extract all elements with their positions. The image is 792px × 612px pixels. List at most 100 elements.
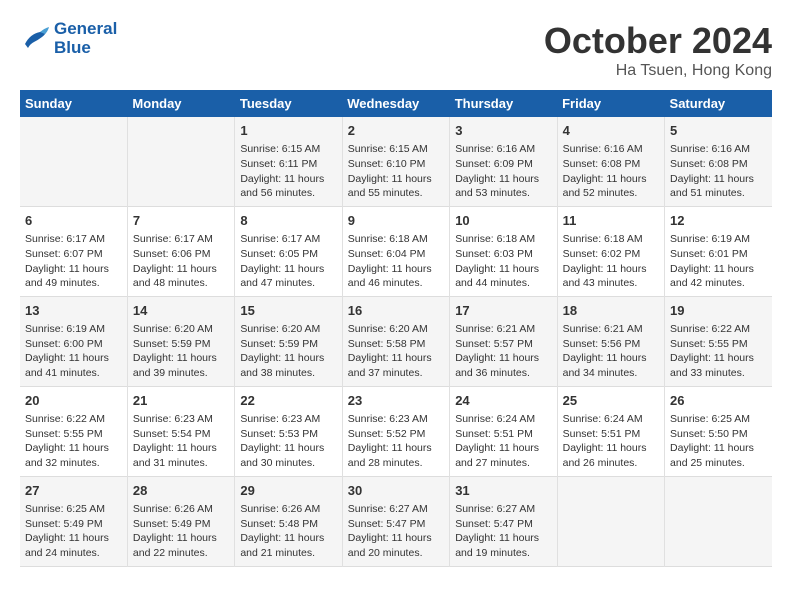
- day-info: Sunset: 6:01 PM: [670, 247, 767, 262]
- day-info: Daylight: 11 hours and 44 minutes.: [455, 262, 551, 291]
- day-info: Sunrise: 6:21 AM: [563, 322, 659, 337]
- header-cell-friday: Friday: [557, 90, 664, 117]
- day-info: Daylight: 11 hours and 34 minutes.: [563, 351, 659, 380]
- day-info: Sunset: 6:00 PM: [25, 337, 122, 352]
- day-info: Sunrise: 6:16 AM: [670, 142, 767, 157]
- day-info: Daylight: 11 hours and 42 minutes.: [670, 262, 767, 291]
- day-number: 29: [240, 482, 336, 500]
- day-info: Sunrise: 6:26 AM: [133, 502, 229, 517]
- day-cell: 12 Sunrise: 6:19 AMSunset: 6:01 PMDayligh…: [665, 206, 772, 296]
- day-info: Daylight: 11 hours and 41 minutes.: [25, 351, 122, 380]
- day-info: Sunrise: 6:19 AM: [25, 322, 122, 337]
- day-number: 25: [563, 392, 659, 410]
- day-number: 7: [133, 212, 229, 230]
- day-cell: 23Sunrise: 6:23 AMSunset: 5:52 PMDayligh…: [342, 386, 449, 476]
- day-cell: 31Sunrise: 6:27 AMSunset: 5:47 PMDayligh…: [450, 476, 557, 566]
- day-info: Daylight: 11 hours and 49 minutes.: [25, 262, 122, 291]
- day-info: Sunset: 5:57 PM: [455, 337, 551, 352]
- day-number: 8: [240, 212, 336, 230]
- day-cell: 29Sunrise: 6:26 AMSunset: 5:48 PMDayligh…: [235, 476, 342, 566]
- day-info: Sunset: 6:08 PM: [670, 157, 767, 172]
- day-info: Sunrise: 6:15 AM: [240, 142, 336, 157]
- day-info: Daylight: 11 hours and 32 minutes.: [25, 441, 122, 470]
- day-cell: 6Sunrise: 6:17 AMSunset: 6:07 PMDaylight…: [20, 206, 127, 296]
- header-cell-wednesday: Wednesday: [342, 90, 449, 117]
- day-cell: 3Sunrise: 6:16 AMSunset: 6:09 PMDaylight…: [450, 117, 557, 206]
- day-info: Sunrise: 6:16 AM: [455, 142, 551, 157]
- day-cell: 5Sunrise: 6:16 AMSunset: 6:08 PMDaylight…: [665, 117, 772, 206]
- day-info: Sunrise: 6:18 AM: [455, 232, 551, 247]
- day-cell: [665, 476, 772, 566]
- day-info: Sunset: 5:55 PM: [670, 337, 767, 352]
- day-info: Sunset: 6:02 PM: [563, 247, 659, 262]
- day-cell: 30Sunrise: 6:27 AMSunset: 5:47 PMDayligh…: [342, 476, 449, 566]
- day-cell: 18Sunrise: 6:21 AMSunset: 5:56 PMDayligh…: [557, 296, 664, 386]
- day-info: Sunset: 6:08 PM: [563, 157, 659, 172]
- day-info: Daylight: 11 hours and 48 minutes.: [133, 262, 229, 291]
- week-row-1: 1Sunrise: 6:15 AMSunset: 6:11 PMDaylight…: [20, 117, 772, 206]
- day-info: Sunrise: 6:21 AM: [455, 322, 551, 337]
- logo-text: General Blue: [54, 20, 117, 57]
- day-number: 14: [133, 302, 229, 320]
- day-cell: 2Sunrise: 6:15 AMSunset: 6:10 PMDaylight…: [342, 117, 449, 206]
- day-info: Sunset: 5:55 PM: [25, 427, 122, 442]
- month-title: October 2024: [544, 20, 772, 62]
- day-number: 3: [455, 122, 551, 140]
- day-info: Sunrise: 6:15 AM: [348, 142, 444, 157]
- day-info: Sunrise: 6:23 AM: [240, 412, 336, 427]
- day-info: Daylight: 11 hours and 24 minutes.: [25, 531, 122, 560]
- day-info: Daylight: 11 hours and 37 minutes.: [348, 351, 444, 380]
- day-info: Daylight: 11 hours and 36 minutes.: [455, 351, 551, 380]
- header-row: SundayMondayTuesdayWednesdayThursdayFrid…: [20, 90, 772, 117]
- day-cell: 15Sunrise: 6:20 AMSunset: 5:59 PMDayligh…: [235, 296, 342, 386]
- day-number: 1: [240, 122, 336, 140]
- day-cell: 10Sunrise: 6:18 AMSunset: 6:03 PMDayligh…: [450, 206, 557, 296]
- day-info: Sunrise: 6:27 AM: [455, 502, 551, 517]
- day-info: Sunset: 5:58 PM: [348, 337, 444, 352]
- day-number: 13: [25, 302, 122, 320]
- day-number: 17: [455, 302, 551, 320]
- day-info: Daylight: 11 hours and 22 minutes.: [133, 531, 229, 560]
- day-cell: 25Sunrise: 6:24 AMSunset: 5:51 PMDayligh…: [557, 386, 664, 476]
- day-number: 6: [25, 212, 122, 230]
- day-info: Daylight: 11 hours and 19 minutes.: [455, 531, 551, 560]
- day-info: Daylight: 11 hours and 52 minutes.: [563, 172, 659, 201]
- day-info: Sunrise: 6:18 AM: [563, 232, 659, 247]
- header-cell-sunday: Sunday: [20, 90, 127, 117]
- day-number: 19: [670, 302, 767, 320]
- day-info: Daylight: 11 hours and 38 minutes.: [240, 351, 336, 380]
- week-row-5: 27Sunrise: 6:25 AMSunset: 5:49 PMDayligh…: [20, 476, 772, 566]
- day-info: Sunrise: 6:23 AM: [348, 412, 444, 427]
- day-info: Sunset: 6:05 PM: [240, 247, 336, 262]
- day-info: Sunset: 5:48 PM: [240, 517, 336, 532]
- day-number: 4: [563, 122, 659, 140]
- day-number: 11: [563, 212, 659, 230]
- day-info: Sunrise: 6:20 AM: [240, 322, 336, 337]
- day-cell: 17 Sunrise: 6:21 AMSunset: 5:57 PMDayligh…: [450, 296, 557, 386]
- title-block: October 2024 Ha Tsuen, Hong Kong: [544, 20, 772, 80]
- day-number: 21: [133, 392, 229, 410]
- header-cell-tuesday: Tuesday: [235, 90, 342, 117]
- day-info: Sunset: 6:04 PM: [348, 247, 444, 262]
- day-info: Daylight: 11 hours and 55 minutes.: [348, 172, 444, 201]
- day-info: Daylight: 11 hours and 25 minutes.: [670, 441, 767, 470]
- day-number: 9: [348, 212, 444, 230]
- day-number: 31: [455, 482, 551, 500]
- day-cell: 24Sunrise: 6:24 AMSunset: 5:51 PMDayligh…: [450, 386, 557, 476]
- day-number: 24: [455, 392, 551, 410]
- week-row-3: 13Sunrise: 6:19 AMSunset: 6:00 PMDayligh…: [20, 296, 772, 386]
- day-info: Daylight: 11 hours and 56 minutes.: [240, 172, 336, 201]
- location-subtitle: Ha Tsuen, Hong Kong: [544, 62, 772, 80]
- day-info: Sunrise: 6:25 AM: [670, 412, 767, 427]
- day-info: Daylight: 11 hours and 27 minutes.: [455, 441, 551, 470]
- day-info: Daylight: 11 hours and 21 minutes.: [240, 531, 336, 560]
- day-number: 5: [670, 122, 767, 140]
- day-info: Sunrise: 6:24 AM: [455, 412, 551, 427]
- day-number: 12: [670, 212, 767, 230]
- day-info: Sunrise: 6:19 AM: [670, 232, 767, 247]
- day-info: Sunset: 5:47 PM: [348, 517, 444, 532]
- day-info: Sunrise: 6:20 AM: [348, 322, 444, 337]
- day-cell: 16 Sunrise: 6:20 AMSunset: 5:58 PMDayligh…: [342, 296, 449, 386]
- day-info: Sunset: 6:11 PM: [240, 157, 336, 172]
- day-number: 16: [348, 302, 444, 320]
